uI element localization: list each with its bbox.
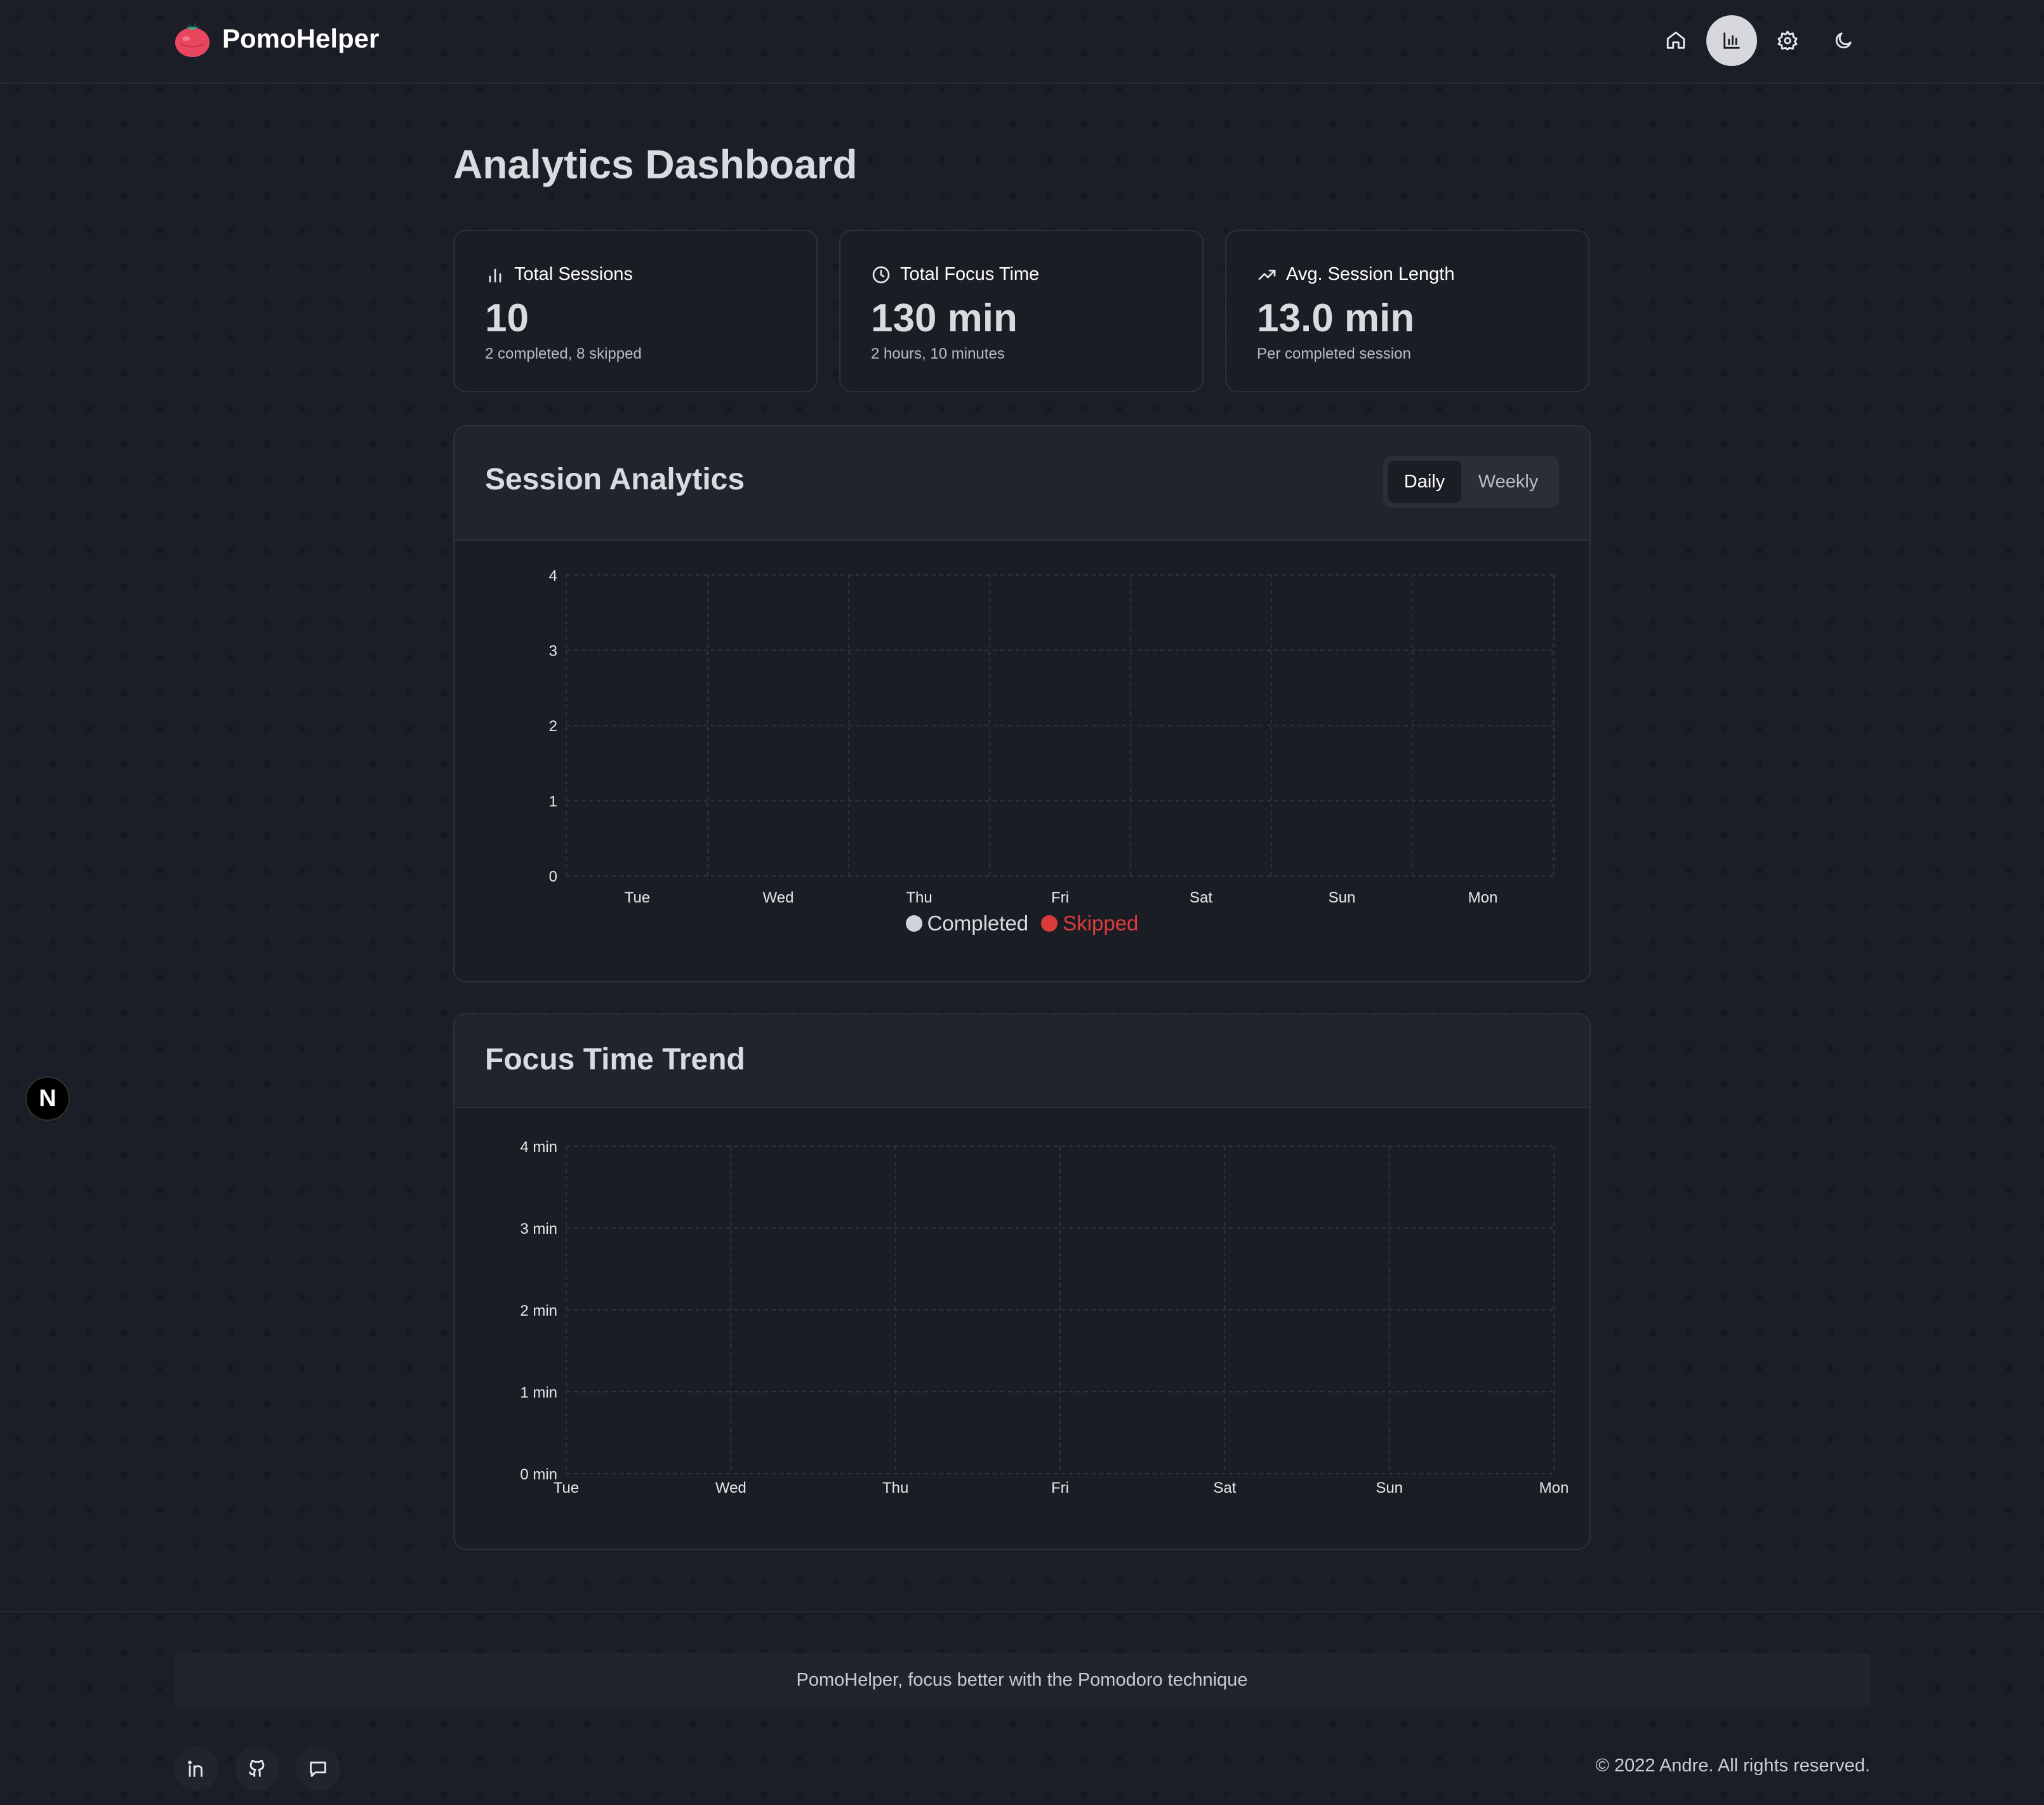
nav-home-button[interactable] xyxy=(1650,15,1701,66)
footer-divider xyxy=(0,1611,2044,1612)
stat-card-total-sessions: Total Sessions 10 2 completed, 8 skipped xyxy=(453,230,818,392)
x-tick-label: Sat xyxy=(1190,889,1212,906)
stat-label: Total Sessions xyxy=(514,264,633,284)
y-tick-label: 3 xyxy=(549,643,557,660)
nav-settings-button[interactable] xyxy=(1762,15,1813,66)
legend-item-completed[interactable]: Completed xyxy=(905,911,1029,936)
copyright-text: © 2022 Andre. All rights reserved. xyxy=(1595,1755,1870,1776)
footer-tagline: PomoHelper, focus better with the Pomodo… xyxy=(174,1653,1870,1707)
bar-chart-icon xyxy=(489,268,501,282)
weekly-toggle-button[interactable]: Weekly xyxy=(1464,461,1553,503)
chat-icon xyxy=(310,1761,326,1777)
legend-swatch-completed xyxy=(905,915,922,932)
github-icon xyxy=(249,1759,265,1777)
x-tick-label: Wed xyxy=(715,1479,747,1497)
legend-label: Skipped xyxy=(1063,911,1139,935)
stat-card-avg-session-length: Avg. Session Length 13.0 min Per complet… xyxy=(1225,230,1589,392)
linkedin-icon xyxy=(188,1761,202,1777)
dark-mode-icon xyxy=(1835,32,1852,49)
page-title: Analytics Dashboard xyxy=(453,142,858,187)
stat-label: Avg. Session Length xyxy=(1286,264,1455,284)
linkedin-link[interactable] xyxy=(174,1747,218,1791)
stat-value: 10 xyxy=(485,296,529,340)
clock-icon xyxy=(872,266,890,283)
nav-analytics-button[interactable] xyxy=(1706,15,1757,66)
stat-subtext: 2 completed, 8 skipped xyxy=(485,345,642,362)
legend-label: Completed xyxy=(927,911,1029,935)
y-tick-label: 1 xyxy=(549,793,557,810)
x-tick-label: Mon xyxy=(1539,1479,1569,1497)
x-tick-label: Sat xyxy=(1213,1479,1236,1497)
x-tick-label: Wed xyxy=(763,889,794,906)
x-tick-label: Fri xyxy=(1051,1479,1069,1497)
top-nav xyxy=(1650,15,1869,66)
y-tick-label: 4 min xyxy=(520,1139,557,1156)
daily-toggle-button[interactable]: Daily xyxy=(1388,461,1461,503)
stat-value: 13.0 min xyxy=(1257,296,1415,340)
stat-label: Total Focus Time xyxy=(900,264,1040,284)
x-tick-label: Mon xyxy=(1468,889,1498,906)
y-tick-label: 0 xyxy=(549,868,557,885)
panel-header: Focus Time Trend xyxy=(455,1014,1589,1108)
x-tick-label: Fri xyxy=(1051,889,1069,906)
stat-subtext: Per completed session xyxy=(1257,345,1411,362)
panel-header: Session Analytics Daily Weekly xyxy=(455,426,1589,541)
home-icon xyxy=(1666,31,1685,49)
analytics-icon xyxy=(1723,32,1740,49)
panel-title: Session Analytics xyxy=(485,463,745,496)
session-analytics-chart: 0 1 2 3 4 Tue Wed Thu Fri Sat Sun Mon xyxy=(549,567,1555,906)
stat-subtext: 2 hours, 10 minutes xyxy=(871,345,1005,362)
y-tick-label: 2 xyxy=(549,718,557,735)
stat-card-total-focus-time: Total Focus Time 130 min 2 hours, 10 min… xyxy=(839,230,1204,392)
focus-time-trend-chart: 0 min 1 min 2 min 3 min 4 min Tue Wed Thu Fri Sat… xyxy=(520,1139,1569,1497)
app-header: PomoHelper xyxy=(0,0,2044,84)
x-tick-label: Sun xyxy=(1329,889,1356,906)
trending-up-icon xyxy=(1258,269,1276,280)
y-tick-label: 3 min xyxy=(520,1220,557,1238)
y-tick-label: 0 min xyxy=(520,1466,557,1483)
nav-theme-toggle-button[interactable] xyxy=(1818,15,1869,66)
legend-swatch-skipped xyxy=(1041,915,1058,932)
stat-value: 130 min xyxy=(871,296,1018,340)
x-tick-label: Sun xyxy=(1376,1479,1403,1497)
panel-title: Focus Time Trend xyxy=(485,1043,745,1076)
y-tick-label: 4 xyxy=(549,567,557,585)
period-toggle: Daily Weekly xyxy=(1383,456,1559,508)
legend-item-skipped[interactable]: Skipped xyxy=(1041,911,1138,936)
y-tick-label: 2 min xyxy=(520,1302,557,1319)
dev-tools-badge[interactable]: N xyxy=(25,1076,70,1121)
tomato-logo-icon xyxy=(175,22,210,58)
app-logo[interactable]: PomoHelper xyxy=(173,19,379,58)
y-tick-label: 1 min xyxy=(520,1384,557,1401)
app-name: PomoHelper xyxy=(222,23,380,53)
x-tick-label: Tue xyxy=(554,1479,579,1497)
chart-legend: Completed Skipped xyxy=(0,911,2044,936)
github-link[interactable] xyxy=(235,1747,279,1791)
x-tick-label: Thu xyxy=(882,1479,908,1497)
x-tick-label: Thu xyxy=(906,889,932,906)
x-tick-label: Tue xyxy=(625,889,650,906)
settings-icon xyxy=(1777,30,1798,51)
chat-link[interactable] xyxy=(296,1747,340,1791)
